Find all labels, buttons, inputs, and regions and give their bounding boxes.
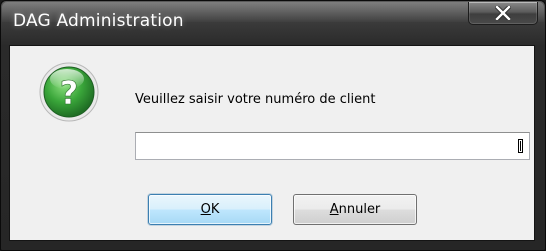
ok-label-rest: K [210,202,220,217]
close-x-icon [469,2,537,24]
dialog-window: DAG Administration ? Veuillez saisir vot… [0,0,546,251]
cancel-label-rest: nnuler [338,202,381,217]
question-mark-icon: ? [37,60,101,124]
prompt-label: Veuillez saisir votre numéro de client [135,92,376,107]
close-button[interactable] [468,2,538,25]
window-title: DAG Administration [13,11,184,31]
ok-button[interactable]: OK [148,194,272,225]
client-number-input[interactable] [135,132,530,160]
cancel-button[interactable]: Annuler [293,194,417,225]
title-bar[interactable]: DAG Administration [1,1,545,45]
dialog-body: ? Veuillez saisir votre numéro de client… [9,45,535,241]
cancel-mnemonic: A [329,202,339,217]
ok-mnemonic: O [200,202,211,217]
text-cursor [518,139,523,153]
ok-button-label: OK [201,202,220,217]
svg-text:?: ? [60,74,79,112]
cancel-button-label: Annuler [330,202,381,217]
